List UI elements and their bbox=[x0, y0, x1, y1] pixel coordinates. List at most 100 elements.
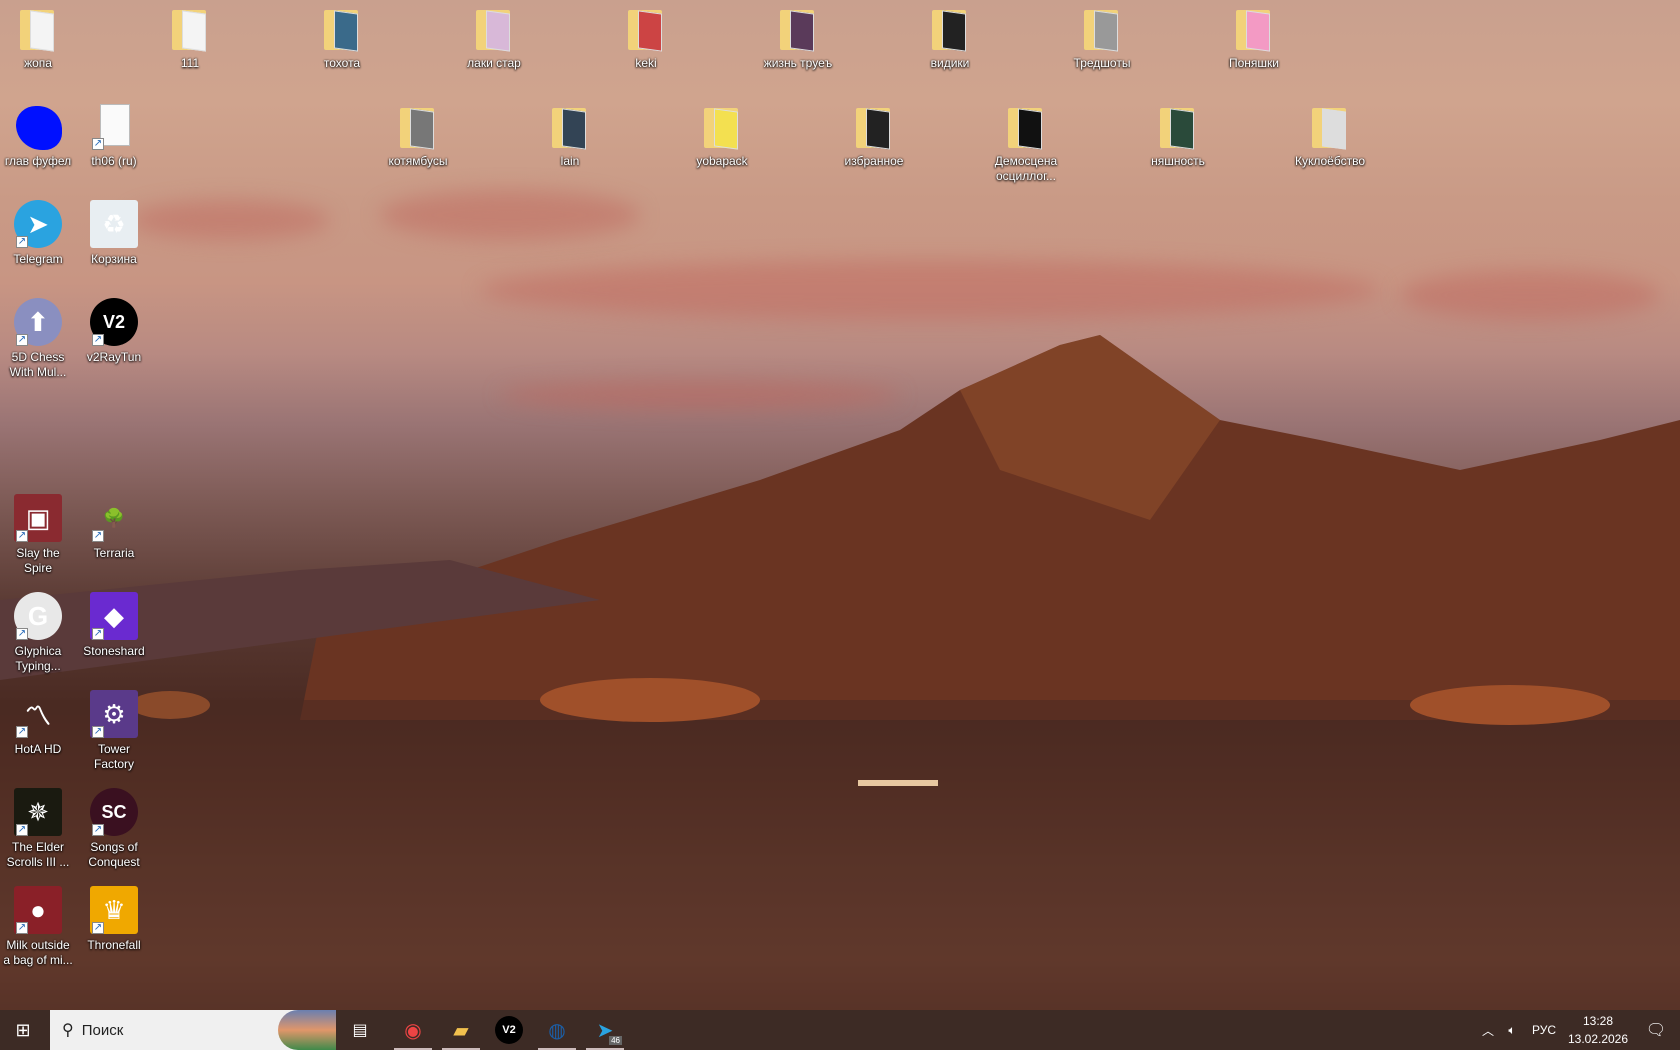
icon-label: няшность bbox=[1151, 154, 1205, 168]
desktop-folder[interactable]: тохота bbox=[304, 4, 380, 71]
search-highlight-image bbox=[278, 1010, 336, 1050]
taskbar-file-explorer-button[interactable]: ▰ bbox=[438, 1010, 484, 1050]
desktop-folder[interactable]: Куклоёбство bbox=[1292, 102, 1368, 169]
app-icon: V2 ↗ bbox=[90, 298, 138, 346]
start-button[interactable]: ⊞ bbox=[0, 1010, 46, 1050]
desktop-icon[interactable]: глав фуфел bbox=[0, 102, 76, 169]
shortcut-arrow-icon: ↗ bbox=[92, 530, 104, 542]
shortcut-arrow-icon: ↗ bbox=[16, 824, 28, 836]
desktop-icon[interactable]: ➤ ↗ Telegram bbox=[0, 200, 76, 267]
desktop-icon[interactable]: ▣ ↗ Slay the Spire bbox=[0, 494, 76, 576]
taskbar-v2raytun-button[interactable]: V2 bbox=[486, 1010, 532, 1050]
speaker-icon: 🔈︎ bbox=[1508, 1022, 1516, 1037]
app-icon: G ↗ bbox=[14, 592, 62, 640]
task-view-icon: ▤ bbox=[352, 1022, 368, 1039]
desktop-icon[interactable]: 🌳 ↗ Terraria bbox=[76, 494, 152, 561]
icon-label: Milk outside a bag of mi... bbox=[3, 938, 73, 967]
desktop-folder[interactable]: избранное bbox=[836, 102, 912, 169]
desktop-icon[interactable]: ◆ ↗ Stoneshard bbox=[76, 592, 152, 659]
taskbar-telegram-button[interactable]: ➤ 46 bbox=[582, 1010, 628, 1050]
desktop-icon[interactable]: SC ↗ Songs of Conquest bbox=[76, 788, 152, 870]
icon-label: Поняшки bbox=[1228, 56, 1279, 70]
desktop-icon[interactable]: V2 ↗ v2RayTun bbox=[76, 298, 152, 365]
app-icon: ♛ ↗ bbox=[90, 886, 138, 934]
desktop-folder[interactable]: yobapack bbox=[684, 102, 760, 169]
icon-label: жизнь труеъ bbox=[763, 56, 833, 70]
folder-icon bbox=[1078, 4, 1126, 52]
taskbar-chrome-button[interactable]: ◉ bbox=[390, 1010, 436, 1050]
icon-label: Тредшоты bbox=[1073, 56, 1131, 70]
icon-label: котямбусы bbox=[388, 154, 448, 168]
icon-label: Terraria bbox=[93, 546, 135, 560]
clock[interactable]: 13:28 13.02.2026 bbox=[1562, 1010, 1634, 1050]
task-view-button[interactable]: ▤ bbox=[340, 1010, 380, 1050]
desktop-icon[interactable]: ♛ ↗ Thronefall bbox=[76, 886, 152, 953]
action-center-button[interactable]: 🗨︎ bbox=[1636, 1010, 1676, 1050]
icon-label: избранное bbox=[844, 154, 904, 168]
folder-icon bbox=[166, 4, 214, 52]
shortcut-arrow-icon: ↗ bbox=[16, 628, 28, 640]
unread-badge: 46 bbox=[609, 1036, 622, 1045]
icon-label: глав фуфел bbox=[4, 154, 72, 168]
desktop-icon[interactable]: G ↗ Glyphica Typing... bbox=[0, 592, 76, 674]
desktop-folder[interactable]: keki bbox=[608, 4, 684, 71]
icon-label: keki bbox=[635, 56, 657, 70]
shortcut-arrow-icon: ↗ bbox=[92, 334, 104, 346]
desktop-icon[interactable]: ● ↗ Milk outside a bag of mi... bbox=[0, 886, 76, 968]
desktop-folder[interactable]: котямбусы bbox=[380, 102, 456, 169]
app-icon: 〽 ↗ bbox=[16, 700, 51, 738]
app-icon: ➤ ↗ bbox=[14, 200, 62, 248]
app-icon: ▣ ↗ bbox=[14, 494, 62, 542]
icon-label: Куклоёбство bbox=[1294, 154, 1365, 168]
icon-label: Songs of Conquest bbox=[88, 840, 140, 869]
desktop-folder[interactable]: Демосцена осциллог... bbox=[988, 102, 1064, 184]
icon-label: Telegram bbox=[13, 252, 63, 266]
volume-button[interactable]: 🔈︎ bbox=[1500, 1010, 1524, 1050]
desktop-folder[interactable]: жизнь труеъ bbox=[760, 4, 836, 71]
taskbar-steam-button[interactable]: ◍ bbox=[534, 1010, 580, 1050]
app-icon: ● ↗ bbox=[14, 886, 62, 934]
icon-label: тохота bbox=[323, 56, 361, 70]
chevron-up-icon: ︿ bbox=[1481, 1023, 1494, 1038]
desktop-folder[interactable]: жопа bbox=[0, 4, 76, 71]
desktop: жопа 111 тохота лаки стар keki жизнь труеъ вид… bbox=[0, 0, 1680, 1010]
folder-icon bbox=[318, 4, 366, 52]
folder-icon bbox=[470, 4, 518, 52]
folder-icon bbox=[926, 4, 974, 52]
chrome-icon: ◉ bbox=[404, 1019, 422, 1042]
desktop-folder[interactable]: лаки стар bbox=[456, 4, 532, 71]
desktop-folder[interactable]: lain bbox=[532, 102, 608, 169]
desktop-icon[interactable]: ♻ Корзина bbox=[76, 200, 152, 267]
desktop-icon[interactable]: ⬆ ↗ 5D Chess With Mul... bbox=[0, 298, 76, 380]
desktop-folder[interactable]: Тредшоты bbox=[1064, 4, 1140, 71]
shortcut-arrow-icon: ↗ bbox=[92, 824, 104, 836]
shortcut-arrow-icon: ↗ bbox=[16, 236, 28, 248]
shortcut-arrow-icon: ↗ bbox=[16, 726, 28, 738]
folder-icon bbox=[1230, 4, 1278, 52]
folder-icon bbox=[394, 102, 442, 150]
desktop-folder[interactable]: видики bbox=[912, 4, 988, 71]
desktop-icon[interactable]: 〽 ↗ HotA HD bbox=[0, 690, 76, 757]
desktop-folder[interactable]: няшность bbox=[1140, 102, 1216, 169]
folder-icon bbox=[622, 4, 670, 52]
file-icon: ↗ bbox=[90, 102, 138, 150]
desktop-icon[interactable]: ✵ ↗ The Elder Scrolls III ... bbox=[0, 788, 76, 870]
folder-icon bbox=[1154, 102, 1202, 150]
icon-label: Демосцена осциллог... bbox=[994, 154, 1058, 183]
icon-label: Slay the Spire bbox=[16, 546, 60, 575]
icon-label: th06 (ru) bbox=[91, 154, 137, 168]
icon-label: The Elder Scrolls III ... bbox=[6, 840, 70, 869]
time: 13:28 bbox=[1582, 1014, 1614, 1028]
app-icon bbox=[14, 102, 62, 150]
desktop-icon[interactable]: ↗ th06 (ru) bbox=[76, 102, 152, 169]
v2raytun-icon: V2 bbox=[495, 1016, 523, 1044]
desktop-folder[interactable]: 111 bbox=[152, 4, 228, 71]
folder-icon bbox=[698, 102, 746, 150]
desktop-icon[interactable]: ⚙ ↗ Tower Factory bbox=[76, 690, 152, 772]
language-indicator[interactable]: РУС bbox=[1526, 1010, 1562, 1050]
desktop-folder[interactable]: Поняшки bbox=[1216, 4, 1292, 71]
show-hidden-icons-button[interactable]: ︿ bbox=[1478, 1010, 1498, 1050]
search-box[interactable]: ⚲ Поиск bbox=[50, 1010, 336, 1050]
taskbar: ⊞ ⚲ Поиск ▤ ◉ ▰ V2 ◍ ➤ 46 ︿ 🔈︎ РУС 13:28 13.0… bbox=[0, 1010, 1680, 1050]
steam-icon: ◍ bbox=[548, 1019, 566, 1042]
